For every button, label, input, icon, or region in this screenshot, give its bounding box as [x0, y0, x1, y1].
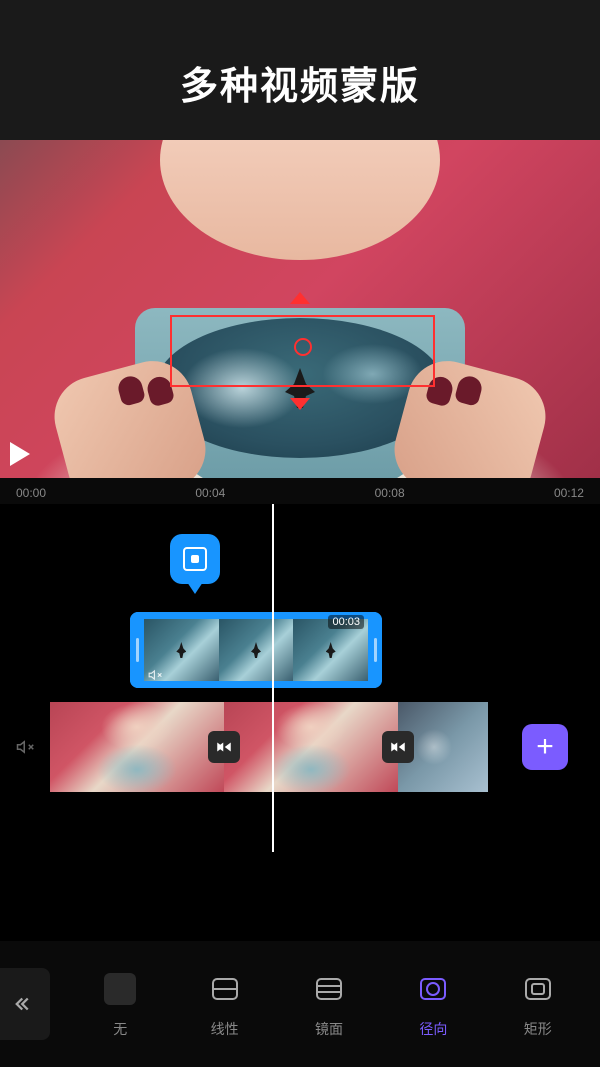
- play-button[interactable]: [10, 442, 30, 466]
- video-preview[interactable]: [0, 140, 600, 478]
- ruler-mark: 00:08: [375, 486, 405, 500]
- preview-hands: [80, 358, 520, 478]
- linear-icon: [205, 969, 245, 1009]
- ruler-mark: 00:12: [554, 486, 584, 500]
- clip-trim-left[interactable]: [130, 612, 144, 688]
- mirror-icon: [309, 969, 349, 1009]
- tool-label: 镜面: [315, 1019, 343, 1039]
- mask-radial-button[interactable]: 径向: [405, 961, 461, 1047]
- none-icon: [100, 969, 140, 1009]
- main-track: +: [0, 702, 600, 792]
- header: 多种视频蒙版: [0, 0, 600, 140]
- mask-mirror-button[interactable]: 镜面: [301, 961, 357, 1047]
- tool-label: 矩形: [524, 1019, 552, 1039]
- tool-label: 线性: [211, 1019, 239, 1039]
- clip-trim-right[interactable]: [368, 612, 382, 688]
- rect-icon: [518, 969, 558, 1009]
- mask-none-button[interactable]: 无: [92, 961, 148, 1047]
- track-clips: +: [50, 702, 600, 792]
- radial-icon: [413, 969, 453, 1009]
- ruler-mark: 00:04: [195, 486, 225, 500]
- mute-icon[interactable]: [148, 668, 162, 685]
- mask-handle-up-icon[interactable]: [290, 292, 310, 304]
- track-mute-icon[interactable]: [0, 738, 50, 756]
- tool-label: 无: [113, 1019, 127, 1039]
- timeline-ruler: 00:00 00:04 00:08 00:12: [0, 478, 600, 504]
- ruler-mark: 00:00: [16, 486, 46, 500]
- keyframe-marker[interactable]: [170, 534, 220, 584]
- main-clip[interactable]: [50, 702, 224, 792]
- overlay-clip[interactable]: 00:03: [130, 612, 382, 688]
- tool-label: 径向: [419, 1019, 447, 1039]
- transition-button[interactable]: [208, 731, 240, 763]
- clip-duration: 00:03: [328, 615, 364, 629]
- page-title: 多种视频蒙版: [0, 55, 600, 110]
- mask-handle-down-icon[interactable]: [290, 398, 310, 410]
- add-clip-button[interactable]: +: [522, 724, 568, 770]
- mask-toolbar: 无 线性 镜面 径向 矩形: [0, 941, 600, 1067]
- main-clip[interactable]: [224, 702, 398, 792]
- back-button[interactable]: [0, 968, 50, 1040]
- keyframe-icon: [170, 534, 220, 584]
- mask-linear-button[interactable]: 线性: [197, 961, 253, 1047]
- tool-items: 无 线性 镜面 径向 矩形: [58, 961, 600, 1047]
- timeline[interactable]: 00:03 +: [0, 504, 600, 852]
- transition-button[interactable]: [382, 731, 414, 763]
- clip-thumb: [219, 619, 294, 681]
- mask-rect-button[interactable]: 矩形: [510, 961, 566, 1047]
- mask-center-handle[interactable]: [294, 338, 312, 356]
